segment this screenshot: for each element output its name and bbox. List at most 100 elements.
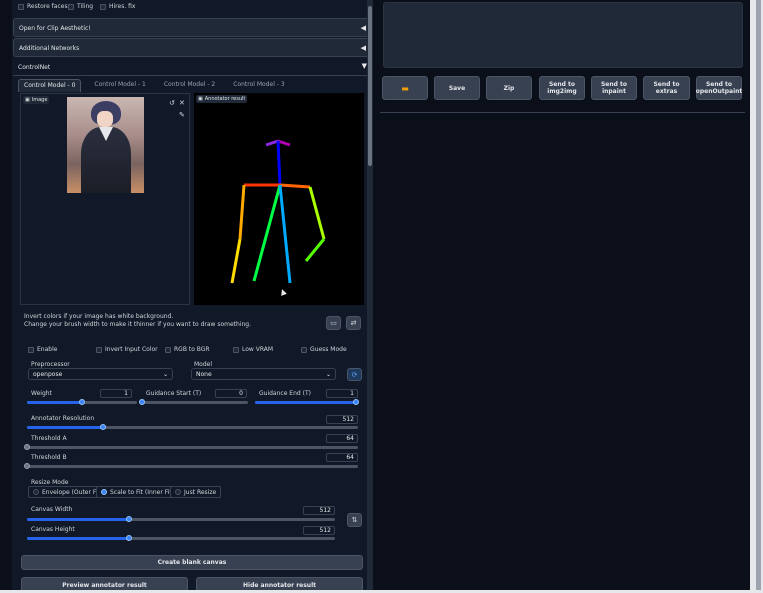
additional-networks-accordion[interactable]: Additional Networks ◀ bbox=[13, 38, 371, 57]
scrollbar-thumb[interactable] bbox=[368, 6, 372, 166]
canvas-height-input[interactable]: 512 bbox=[303, 526, 335, 535]
send-to-img2img-line1: Send to bbox=[548, 81, 576, 88]
enable-box[interactable] bbox=[28, 346, 34, 353]
undo-icon[interactable]: ↺ bbox=[169, 99, 175, 107]
invert-input-color-box[interactable] bbox=[96, 346, 102, 353]
resize-mode-label: Resize Mode bbox=[31, 479, 69, 486]
low-vram-checkbox[interactable]: Low VRAM bbox=[233, 346, 273, 353]
clip-aesthetic-accordion[interactable]: Open for Clip Aesthetic! ◀ bbox=[13, 18, 371, 37]
rgb-to-bgr-checkbox[interactable]: RGB to BGR bbox=[165, 346, 210, 353]
tab-control-model-3[interactable]: Control Model - 3 bbox=[228, 79, 289, 92]
image-input-area[interactable]: ▣ Image ↺ ✕ ✎ bbox=[20, 93, 190, 305]
guidance-start-label: Guidance Start (T) bbox=[146, 390, 202, 397]
swap-icon: ⇅ bbox=[351, 516, 358, 524]
guidance-start-slider[interactable] bbox=[139, 399, 248, 405]
open-folder-button[interactable]: ▬ bbox=[382, 76, 428, 100]
guidance-end-input[interactable]: 1 bbox=[326, 389, 358, 398]
guess-mode-checkbox[interactable]: Guess Mode bbox=[301, 346, 347, 353]
invert-input-color-checkbox[interactable]: Invert Input Color bbox=[96, 346, 158, 353]
rgb-to-bgr-label: RGB to BGR bbox=[174, 346, 210, 353]
pose-shoulder-line bbox=[279, 183, 311, 189]
low-vram-box[interactable] bbox=[233, 346, 239, 353]
resize-mode-scale-to-fit-radio[interactable] bbox=[101, 489, 107, 495]
guess-mode-box[interactable] bbox=[301, 346, 307, 353]
model-label: Model bbox=[194, 361, 213, 368]
threshold-a-slider[interactable] bbox=[24, 444, 358, 450]
create-blank-canvas-button[interactable]: Create blank canvas bbox=[21, 555, 363, 570]
send-to-inpaint-line1: Send to bbox=[600, 81, 628, 88]
tab-control-model-0[interactable]: Control Model - 0 bbox=[18, 79, 82, 92]
canvas-height-slider[interactable] bbox=[27, 535, 335, 541]
canvas-width-slider[interactable] bbox=[27, 516, 335, 522]
controlnet-accordion[interactable]: ControlNet ▼ bbox=[13, 58, 371, 76]
pose-head-line bbox=[265, 139, 279, 147]
threshold-a-input[interactable]: 64 bbox=[326, 434, 358, 443]
guidance-end-slider-fill bbox=[255, 401, 356, 404]
annotator-resolution-slider[interactable] bbox=[27, 424, 358, 430]
swap-dimensions-button[interactable]: ⇅ bbox=[347, 513, 362, 527]
save-button[interactable]: Save bbox=[434, 76, 480, 100]
weight-slider-thumb[interactable] bbox=[79, 399, 85, 405]
pose-head-line bbox=[277, 139, 291, 147]
tiling-box[interactable] bbox=[68, 3, 74, 10]
tab-control-model-1[interactable]: Control Model - 1 bbox=[89, 79, 150, 92]
annotator-resolution-input[interactable]: 512 bbox=[326, 415, 358, 424]
threshold-b-slider[interactable] bbox=[24, 463, 358, 469]
resize-mode-scale-to-fit[interactable]: Scale to Fit (Inner Fit) bbox=[96, 486, 180, 498]
additional-networks-title: Additional Networks bbox=[19, 45, 80, 52]
guidance-end-slider[interactable] bbox=[255, 399, 359, 405]
model-select[interactable]: None ⌄ bbox=[191, 368, 336, 380]
tiling-checkbox[interactable]: Tiling bbox=[68, 3, 93, 10]
low-vram-label: Low VRAM bbox=[242, 346, 274, 353]
image-icon: ▣ bbox=[25, 97, 30, 103]
send-to-inpaint-button[interactable]: Send to inpaint bbox=[591, 76, 637, 100]
threshold-a-slider-thumb[interactable] bbox=[24, 444, 30, 450]
preprocessor-value: openpose bbox=[33, 371, 63, 378]
restore-faces-box[interactable] bbox=[18, 3, 24, 10]
scrollbar-track[interactable] bbox=[367, 0, 373, 593]
guidance-start-slider-thumb[interactable] bbox=[139, 399, 145, 405]
enable-checkbox[interactable]: Enable bbox=[28, 346, 57, 353]
canvas-height-slider-fill bbox=[27, 537, 129, 540]
pose-arm-line bbox=[230, 238, 242, 284]
hires-fix-checkbox[interactable]: Hires. fix bbox=[100, 3, 135, 10]
caret-left-icon: ◀ bbox=[360, 44, 366, 52]
threshold-b-input[interactable]: 64 bbox=[326, 453, 358, 462]
send-to-openoutpaint-line2: openOutpaint bbox=[695, 88, 743, 95]
resize-mode-just-resize-radio[interactable] bbox=[175, 489, 181, 495]
hires-fix-box[interactable] bbox=[100, 3, 106, 10]
edit-button[interactable]: ▭ bbox=[326, 316, 341, 330]
preprocessor-select[interactable]: openpose ⌄ bbox=[28, 368, 173, 380]
tab-control-model-2[interactable]: Control Model - 2 bbox=[159, 79, 220, 92]
send-to-openoutpaint-line1: Send to bbox=[705, 81, 733, 88]
zip-button[interactable]: Zip bbox=[486, 76, 532, 100]
hint-line-1: Invert colors if your image has white ba… bbox=[24, 313, 174, 320]
guidance-end-slider-thumb[interactable] bbox=[353, 399, 359, 405]
window-scrollbar[interactable] bbox=[756, 0, 761, 593]
canvas-width-slider-thumb[interactable] bbox=[125, 516, 132, 522]
canvas-height-slider-thumb[interactable] bbox=[125, 535, 132, 541]
send-to-img2img-button[interactable]: Send to img2img bbox=[539, 76, 585, 100]
rgb-to-bgr-box[interactable] bbox=[165, 346, 171, 353]
preprocessor-label: Preprocessor bbox=[31, 361, 70, 368]
threshold-b-slider-thumb[interactable] bbox=[24, 463, 30, 469]
send-to-extras-button[interactable]: Send to extras bbox=[643, 76, 690, 100]
resize-mode-just-resize[interactable]: Just Resize bbox=[170, 486, 222, 498]
send-to-img2img-line2: img2img bbox=[547, 88, 577, 95]
brush-icon[interactable]: ✎ bbox=[179, 111, 185, 119]
swap-button[interactable]: ⇄ bbox=[346, 316, 361, 330]
resize-mode-envelope-radio[interactable] bbox=[33, 489, 39, 495]
close-icon[interactable]: ✕ bbox=[179, 99, 185, 107]
pose-arm-line bbox=[308, 186, 326, 240]
guess-mode-label: Guess Mode bbox=[310, 346, 347, 353]
canvas-width-input[interactable]: 512 bbox=[303, 506, 335, 515]
refresh-models-button[interactable]: ⟳ bbox=[347, 368, 362, 381]
send-to-openoutpaint-button[interactable]: Send to openOutpaint bbox=[696, 76, 742, 100]
restore-faces-checkbox[interactable]: Restore faces bbox=[18, 3, 68, 10]
pose-arm-line bbox=[304, 238, 326, 262]
guidance-start-input[interactable]: 0 bbox=[215, 389, 247, 398]
weight-input[interactable]: 1 bbox=[100, 389, 132, 398]
weight-slider[interactable] bbox=[27, 399, 137, 405]
canvas-width-label: Canvas Width bbox=[31, 506, 73, 513]
pose-leg-line bbox=[278, 184, 292, 284]
